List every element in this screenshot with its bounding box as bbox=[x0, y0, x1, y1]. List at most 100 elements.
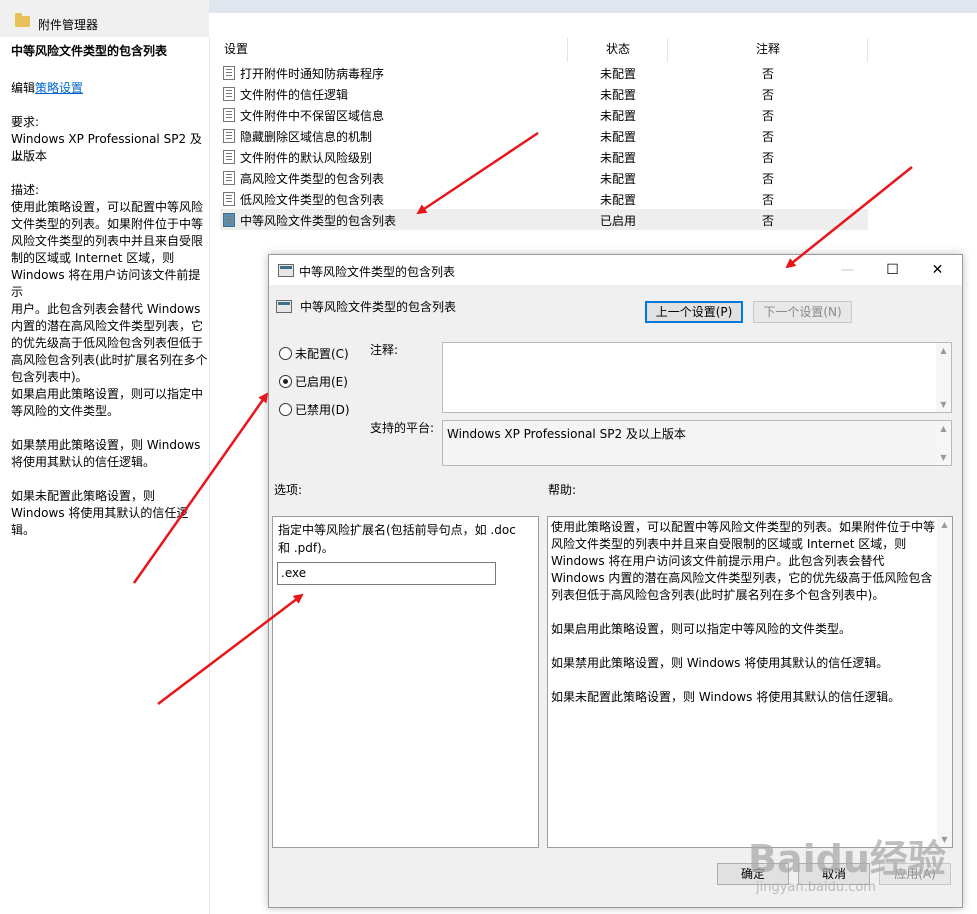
column-header-state[interactable]: 状态 bbox=[606, 38, 630, 62]
policy-setting-icon bbox=[223, 192, 235, 206]
row-name: 高风险文件类型的包含列表 bbox=[240, 172, 385, 186]
help-paragraph: 如果启用此策略设置，则可以指定中等风险的文件类型。 bbox=[551, 622, 852, 636]
description-line: 制的区域或 Internet 区域，则 bbox=[11, 251, 175, 265]
description-line: 使用此策略设置，可以配置中等风险 bbox=[11, 200, 204, 214]
row-name: 文件附件的默认风险级别 bbox=[240, 151, 373, 165]
row-name: 文件附件中不保留区域信息 bbox=[240, 109, 385, 123]
table-row[interactable]: 打开附件时通知防病毒程序 未配置 否 bbox=[220, 62, 868, 83]
requirements-line2: 上版本 bbox=[11, 149, 48, 163]
maximize-icon[interactable]: ☐ bbox=[870, 255, 915, 285]
row-comment: 否 bbox=[762, 67, 775, 81]
folder-icon bbox=[15, 13, 30, 27]
table-row[interactable]: 文件附件的默认风险级别 未配置 否 bbox=[220, 146, 868, 167]
options-label: 选项: bbox=[274, 483, 303, 497]
table-row[interactable]: 高风险文件类型的包含列表 未配置 否 bbox=[220, 167, 868, 188]
help-scrollbar[interactable]: ▲ ▼ bbox=[937, 517, 952, 847]
description-line: 的优先级高于低风险包含列表但低于 bbox=[11, 336, 204, 350]
platform-scrollbar[interactable]: ▲ ▼ bbox=[936, 421, 951, 465]
supported-platform-value: Windows XP Professional SP2 及以上版本 bbox=[447, 427, 686, 441]
description-line: 用户。此包含列表会替代 Windows bbox=[11, 302, 201, 316]
radio-disabled[interactable] bbox=[279, 403, 292, 416]
row-comment: 否 bbox=[762, 109, 775, 123]
previous-setting-button[interactable]: 上一个设置(P) bbox=[645, 301, 743, 323]
row-name: 中等风险文件类型的包含列表 bbox=[240, 214, 397, 228]
scroll-down-icon[interactable]: ▼ bbox=[936, 450, 951, 465]
column-header-setting[interactable]: 设置 bbox=[224, 38, 248, 62]
row-name: 文件附件的信任逻辑 bbox=[240, 88, 349, 102]
help-panel: 使用此策略设置，可以配置中等风险文件类型的列表。如果附件位于中等风险文件类型的列… bbox=[547, 516, 953, 848]
description-line: 包含列表中)。 bbox=[11, 370, 88, 384]
window-title: 附件管理器 bbox=[38, 18, 99, 32]
row-comment: 否 bbox=[762, 88, 775, 102]
column-divider[interactable] bbox=[567, 38, 568, 62]
policy-icon bbox=[276, 300, 292, 313]
description-heading: 中等风险文件类型的包含列表 bbox=[11, 44, 168, 58]
options-prompt-line1: 指定中等风险扩展名(包括前导句点，如 .doc bbox=[278, 523, 516, 537]
row-comment: 否 bbox=[762, 193, 775, 207]
row-name: 打开附件时通知防病毒程序 bbox=[240, 67, 385, 81]
watermark-url: jingyan.baidu.com bbox=[756, 880, 876, 895]
next-setting-button[interactable]: 下一个设置(N) bbox=[753, 301, 852, 323]
table-row[interactable]: 隐藏删除区域信息的机制 未配置 否 bbox=[220, 125, 868, 146]
baidu-jingyan-watermark: Baidu经验 bbox=[748, 837, 946, 881]
supported-platform-label: 支持的平台: bbox=[370, 421, 435, 435]
edit-prefix: 编辑 bbox=[11, 81, 36, 95]
extension-input-value: .exe bbox=[281, 566, 307, 580]
table-row[interactable]: 低风险文件类型的包含列表 未配置 否 bbox=[220, 188, 868, 209]
table-row-selected[interactable]: 中等风险文件类型的包含列表 已启用 否 bbox=[220, 209, 868, 230]
options-prompt-line2: 和 .pdf)。 bbox=[278, 541, 334, 555]
description-body: 使用此策略设置，可以配置中等风险 文件类型的列表。如果附件位于中等 风险文件类型… bbox=[11, 199, 211, 386]
extension-input[interactable]: .exe bbox=[277, 562, 496, 585]
radio-enabled[interactable] bbox=[279, 375, 292, 388]
notconfigured-line: 如果未配置此策略设置，则 bbox=[11, 489, 156, 503]
policy-setting-icon bbox=[223, 87, 235, 101]
column-header-comment[interactable]: 注释 bbox=[756, 38, 780, 62]
table-row[interactable]: 文件附件中不保留区域信息 未配置 否 bbox=[220, 104, 868, 125]
row-state: 未配置 bbox=[600, 67, 637, 81]
description-label: 描述: bbox=[11, 183, 40, 197]
enabled-explanation: 如果启用此策略设置，则可以指定中 等风险的文件类型。 bbox=[11, 386, 211, 420]
row-state: 未配置 bbox=[600, 172, 637, 186]
table-row[interactable]: 文件附件的信任逻辑 未配置 否 bbox=[220, 83, 868, 104]
dialog-title: 中等风险文件类型的包含列表 bbox=[299, 265, 456, 279]
minimize-icon[interactable]: — bbox=[825, 255, 870, 285]
scroll-up-icon[interactable]: ▲ bbox=[937, 517, 952, 532]
disabled-line: 将使用其默认的信任逻辑。 bbox=[11, 455, 156, 469]
dialog-titlebar[interactable]: 中等风险文件类型的包含列表 — ☐ ✕ bbox=[269, 255, 962, 285]
description-line: Windows 将在用户访问该文件前提示 bbox=[11, 268, 201, 299]
radio-not-configured-label[interactable]: 未配置(C) bbox=[295, 345, 349, 362]
policy-name: 中等风险文件类型的包含列表 bbox=[300, 300, 457, 314]
column-divider[interactable] bbox=[667, 38, 668, 62]
row-comment: 否 bbox=[762, 130, 775, 144]
help-paragraph: 如果禁用此策略设置，则 Windows 将使用其默认的信任逻辑。 bbox=[551, 656, 889, 670]
edit-policy-link[interactable]: 策略设置 bbox=[35, 81, 83, 95]
description-line: 高风险包含列表(此时扩展名列在多个 bbox=[11, 353, 208, 367]
radio-disabled-label[interactable]: 已禁用(D) bbox=[295, 401, 350, 418]
description-pane: 中等风险文件类型的包含列表 编辑策略设置 要求: Windows XP Prof… bbox=[0, 37, 210, 914]
scroll-up-icon[interactable]: ▲ bbox=[936, 343, 951, 358]
comment-textarea[interactable]: ▲ ▼ bbox=[442, 342, 952, 413]
policy-icon bbox=[278, 264, 294, 277]
comment-scrollbar[interactable]: ▲ ▼ bbox=[936, 343, 951, 412]
policy-setting-icon bbox=[223, 108, 235, 122]
description-line: 文件类型的列表。如果附件位于中等 bbox=[11, 217, 204, 231]
background-strip bbox=[209, 0, 977, 13]
row-comment: 否 bbox=[762, 214, 775, 228]
row-comment: 否 bbox=[762, 172, 775, 186]
radio-enabled-label[interactable]: 已启用(E) bbox=[295, 373, 348, 390]
radio-not-configured[interactable] bbox=[279, 347, 292, 360]
requirements-label: 要求: bbox=[11, 115, 40, 129]
row-state: 未配置 bbox=[600, 193, 637, 207]
help-paragraph: 使用此策略设置，可以配置中等风险文件类型的列表。如果附件位于中等风险文件类型的列… bbox=[551, 520, 936, 602]
comment-label: 注释: bbox=[370, 343, 399, 357]
notconfigured-explanation: 如果未配置此策略设置，则 Windows 将使用其默认的信任逻辑。 bbox=[11, 488, 211, 539]
description-line: 风险文件类型的列表中并且来自受限 bbox=[11, 234, 204, 248]
enabled-line: 如果启用此策略设置，则可以指定中 bbox=[11, 387, 204, 401]
scroll-down-icon[interactable]: ▼ bbox=[936, 397, 951, 412]
scroll-up-icon[interactable]: ▲ bbox=[936, 421, 951, 436]
disabled-line: 如果禁用此策略设置，则 Windows bbox=[11, 438, 201, 452]
close-icon[interactable]: ✕ bbox=[915, 255, 960, 285]
column-divider[interactable] bbox=[867, 38, 868, 62]
description-line: 内置的潜在高风险文件类型列表，它 bbox=[11, 319, 204, 333]
policy-dialog: 中等风险文件类型的包含列表 — ☐ ✕ 中等风险文件类型的包含列表 上一个设置(… bbox=[268, 254, 963, 908]
